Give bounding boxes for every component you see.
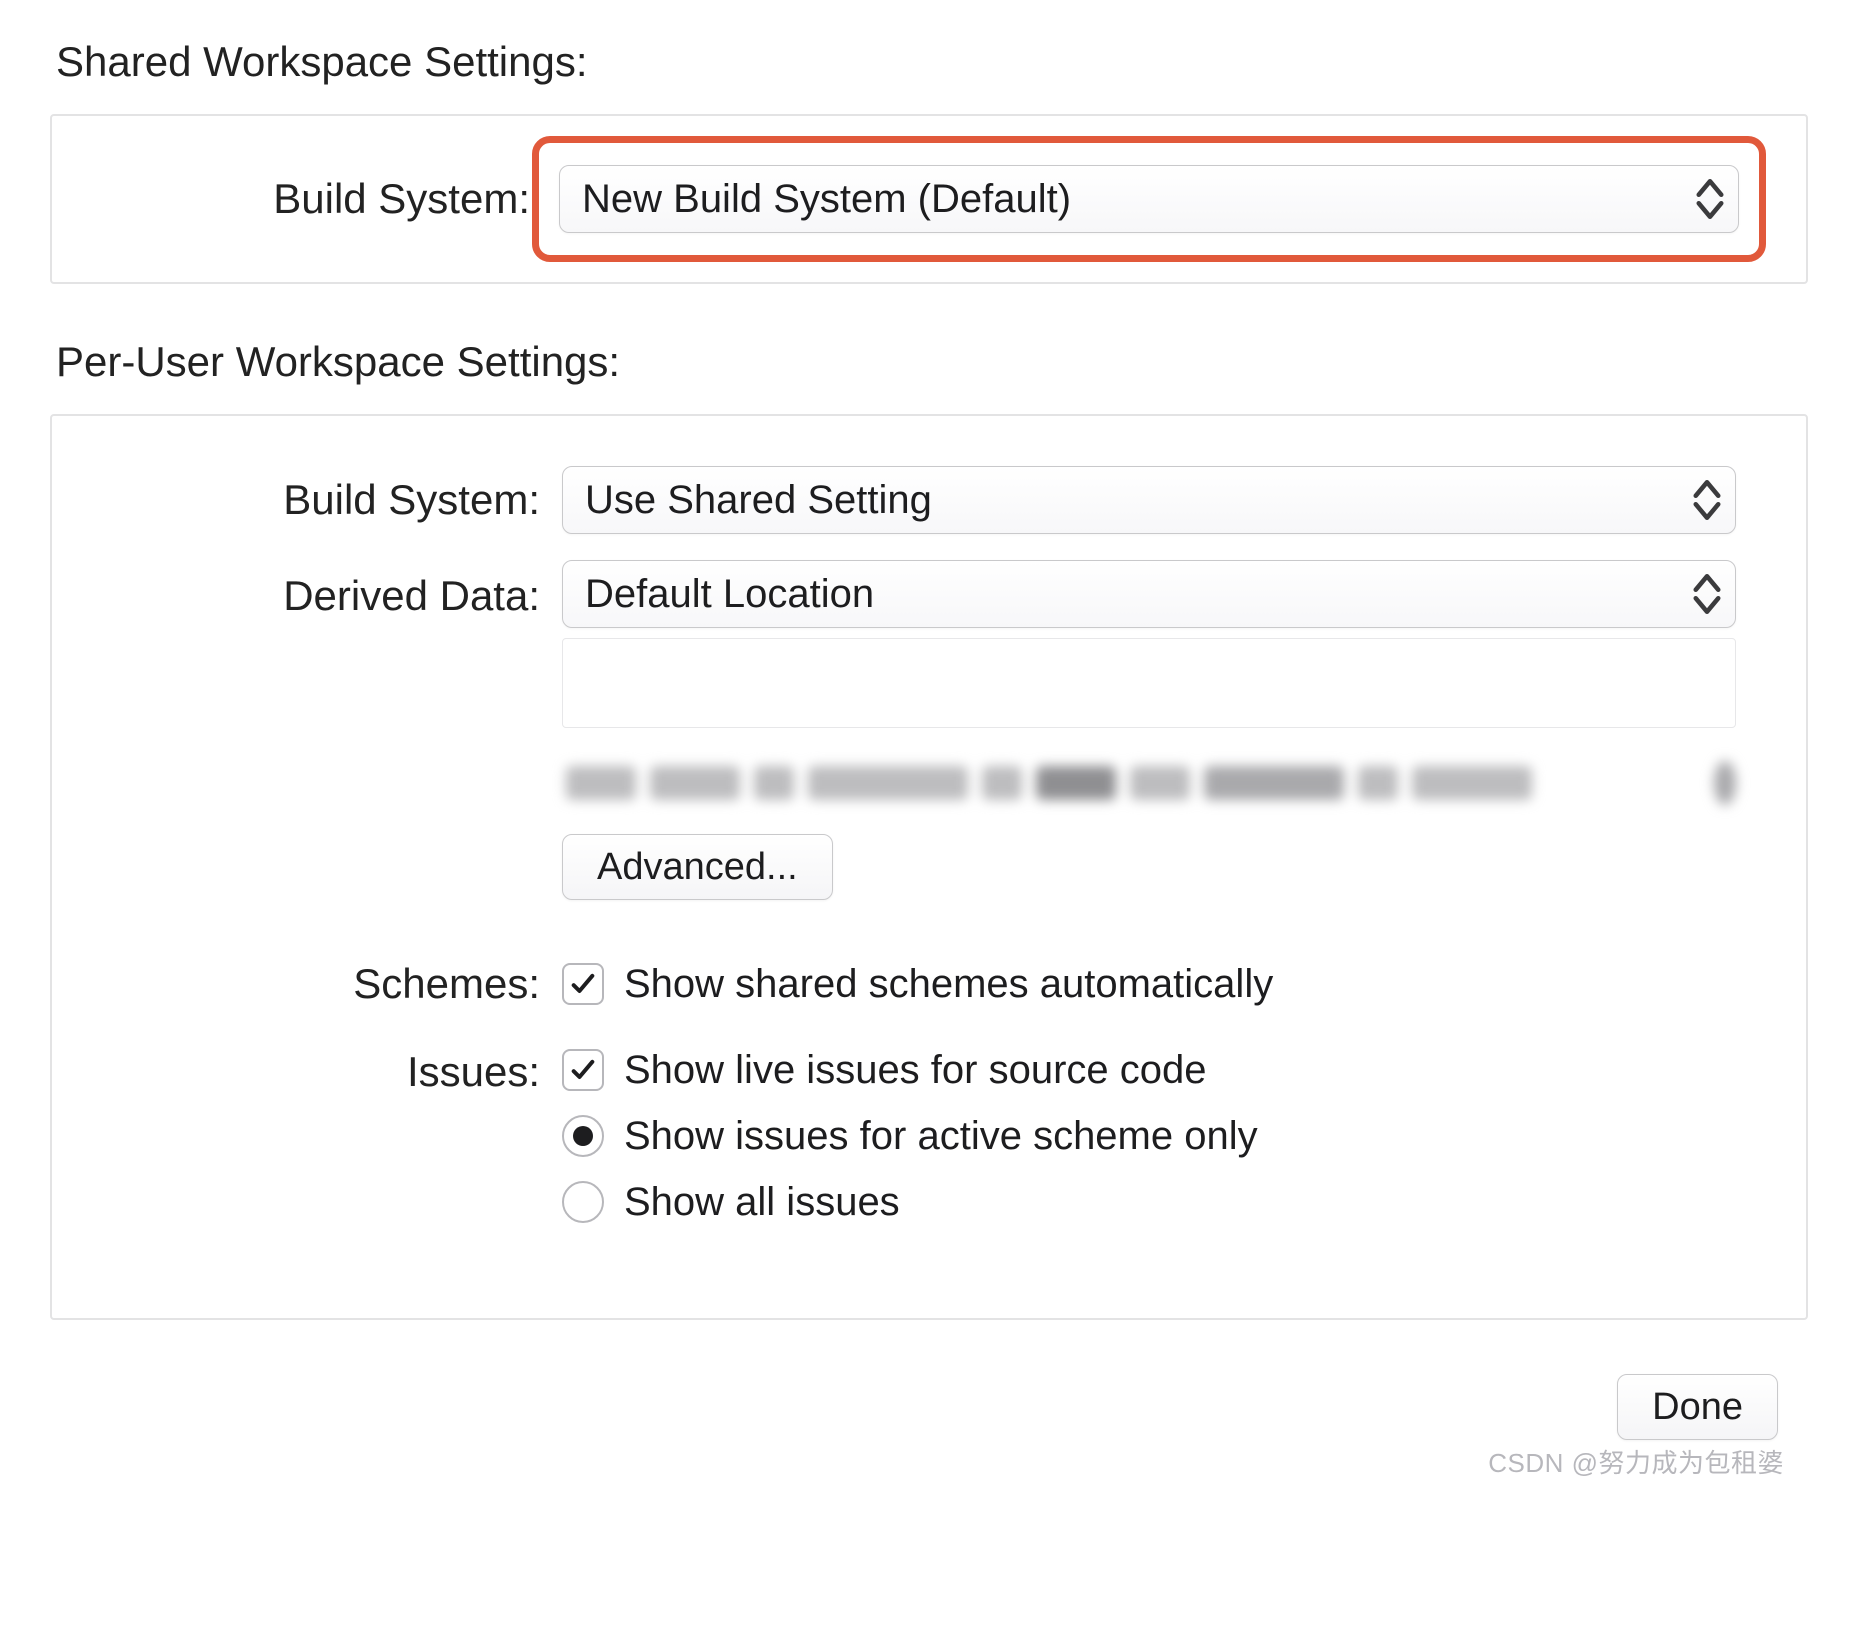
done-button-label: Done [1652,1386,1743,1429]
watermark-text: CSDN @努力成为包租婆 [1488,1443,1784,1480]
derived-data-path-field[interactable] [562,638,1736,728]
shared-settings-group: Build System: New Build System (Default) [50,114,1808,284]
advanced-button[interactable]: Advanced... [562,834,833,900]
shared-build-system-label: Build System: [112,175,552,223]
derived-data-label: Derived Data: [122,560,562,620]
derived-data-value: Default Location [585,572,874,617]
issues-live-checkbox[interactable] [562,1049,604,1091]
updown-stepper-icon [1693,574,1721,614]
shared-build-system-popup[interactable]: New Build System (Default) [559,165,1739,233]
issues-active-scheme-radio[interactable] [562,1115,604,1157]
issues-live-label: Show live issues for source code [624,1048,1207,1093]
shared-build-system-value: New Build System (Default) [582,177,1071,222]
derived-data-path-text [562,758,1736,808]
per-user-build-system-value: Use Shared Setting [585,478,932,523]
shared-settings-title: Shared Workspace Settings: [56,38,1808,86]
issues-active-scheme-label: Show issues for active scheme only [624,1114,1258,1159]
build-system-highlight: New Build System (Default) [532,136,1766,262]
updown-stepper-icon [1693,480,1721,520]
schemes-label: Schemes: [122,960,562,1008]
advanced-button-label: Advanced... [597,846,798,889]
issues-label: Issues: [122,1040,562,1096]
per-user-settings-title: Per-User Workspace Settings: [56,338,1808,386]
derived-data-popup[interactable]: Default Location [562,560,1736,628]
per-user-settings-group: Build System: Use Shared Setting Derived… [50,414,1808,1320]
done-button[interactable]: Done [1617,1374,1778,1440]
issues-all-label: Show all issues [624,1180,900,1225]
schemes-show-shared-label: Show shared schemes automatically [624,962,1273,1007]
per-user-build-system-popup[interactable]: Use Shared Setting [562,466,1736,534]
schemes-show-shared-checkbox[interactable] [562,963,604,1005]
per-user-build-system-label: Build System: [122,476,562,524]
issues-all-radio[interactable] [562,1181,604,1223]
updown-stepper-icon [1696,179,1724,219]
